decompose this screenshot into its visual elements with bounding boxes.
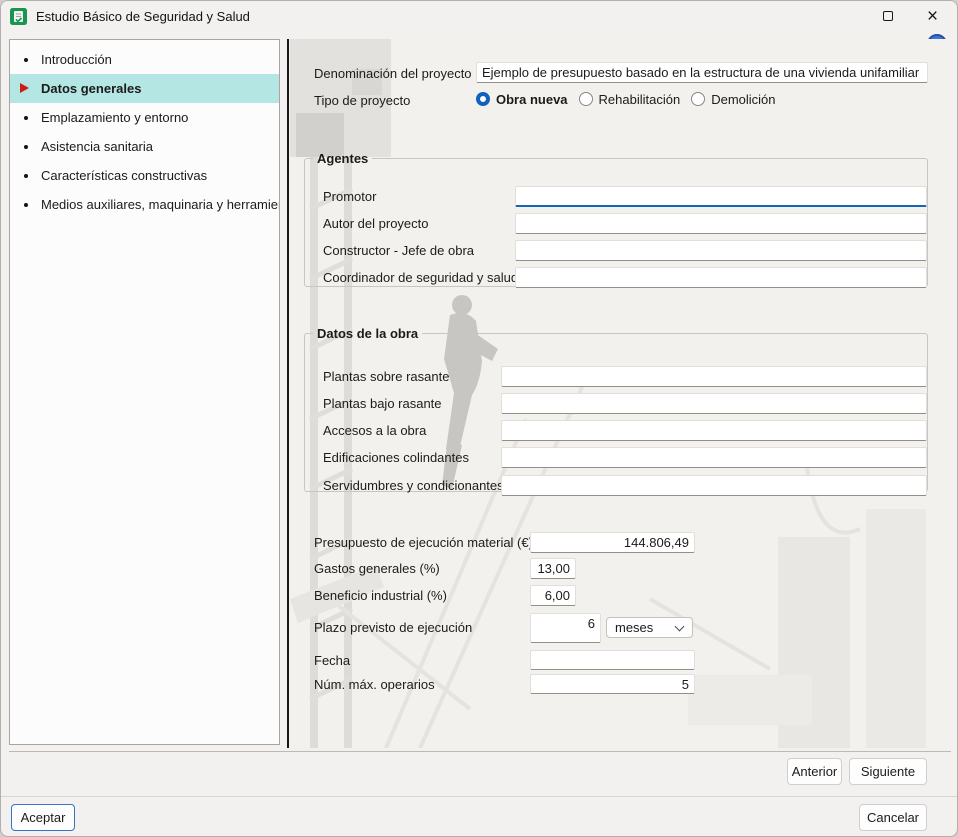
window-title: Estudio Básico de Seguridad y Salud xyxy=(36,8,250,24)
agents-group-title: Agentes xyxy=(317,151,369,166)
fecha-label: Fecha xyxy=(314,653,351,668)
site-data-groupbox: Datos de la obra Plantas sobre rasante P… xyxy=(304,326,928,496)
plazo-input[interactable] xyxy=(530,613,601,643)
radio-unchecked-icon xyxy=(578,92,593,106)
accesos-obra-input[interactable] xyxy=(501,420,927,441)
sidebar-item-asistencia-sanitaria[interactable]: Asistencia sanitaria xyxy=(10,132,279,161)
close-button[interactable]: × xyxy=(910,1,955,31)
dialog-footer-divider xyxy=(1,796,957,797)
plantas-sobre-rasante-input[interactable] xyxy=(501,366,927,387)
sidebar-item-label: Emplazamiento y entorno xyxy=(41,110,189,125)
coordinador-label: Coordinador de seguridad y salud xyxy=(323,270,519,285)
project-type-radio-group: Obra nueva Rehabilitación Demolición xyxy=(476,89,776,109)
radio-option-demolicion[interactable]: Demolición xyxy=(691,91,776,107)
sidebar-main-divider xyxy=(287,39,289,748)
cancelar-button[interactable]: Cancelar xyxy=(859,804,927,831)
project-name-input[interactable] xyxy=(476,62,928,83)
app-icon xyxy=(10,7,27,25)
close-icon: × xyxy=(926,5,939,27)
sidebar-item-label: Introducción xyxy=(41,52,112,67)
edificaciones-colindantes-input[interactable] xyxy=(501,447,927,468)
radio-unchecked-icon xyxy=(691,92,706,106)
content-footer-divider xyxy=(9,751,951,752)
edificaciones-colindantes-label: Edificaciones colindantes xyxy=(323,450,469,465)
sidebar-item-emplazamiento-y-entorno[interactable]: Emplazamiento y entorno xyxy=(10,103,279,132)
plantas-bajo-rasante-label: Plantas bajo rasante xyxy=(323,396,442,411)
radio-option-obra-nueva[interactable]: Obra nueva xyxy=(476,92,568,107)
plantas-bajo-rasante-input[interactable] xyxy=(501,393,927,414)
aceptar-button[interactable]: Aceptar xyxy=(11,804,75,831)
autor-proyecto-input[interactable] xyxy=(515,213,927,234)
radio-checked-icon xyxy=(476,92,490,106)
chevron-down-icon xyxy=(674,621,685,631)
plazo-unit-value: meses xyxy=(615,620,654,635)
plantas-sobre-rasante-label: Plantas sobre rasante xyxy=(323,369,450,384)
constructor-label: Constructor - Jefe de obra xyxy=(323,243,475,258)
site-data-group-title: Datos de la obra xyxy=(317,326,419,341)
gastos-generales-input[interactable] xyxy=(530,558,576,579)
sidebar-item-introduccion[interactable]: Introducción xyxy=(10,45,279,74)
plazo-label: Plazo previsto de ejecución xyxy=(314,620,473,635)
plazo-unit-select[interactable]: meses xyxy=(606,617,693,638)
gastos-generales-label: Gastos generales (%) xyxy=(314,561,440,576)
project-name-label: Denominación del proyecto xyxy=(314,66,472,81)
sidebar-item-medios-auxiliares[interactable]: Medios auxiliares, maquinaria y herramie… xyxy=(10,190,279,219)
sidebar-item-label: Características constructivas xyxy=(41,168,208,183)
radio-label: Rehabilitación xyxy=(598,91,681,107)
sidebar-item-datos-generales[interactable]: Datos generales xyxy=(10,74,279,103)
fecha-input[interactable] xyxy=(530,650,695,670)
sidebar: Introducción Datos generales Emplazamien… xyxy=(9,39,280,745)
radio-option-rehabilitacion[interactable]: Rehabilitación xyxy=(578,91,681,107)
sidebar-item-caracteristicas-constructivas[interactable]: Características constructivas xyxy=(10,161,279,190)
agents-groupbox: Agentes Promotor Autor del proyecto Cons… xyxy=(304,151,928,288)
project-type-label: Tipo de proyecto xyxy=(314,93,411,108)
num-operarios-label: Núm. máx. operarios xyxy=(314,677,435,692)
promotor-label: Promotor xyxy=(323,189,377,204)
sidebar-item-label: Medios auxiliares, maquinaria y herramie… xyxy=(41,197,279,212)
main-panel: Denominación del proyecto Tipo de proyec… xyxy=(290,39,948,748)
num-operarios-input[interactable] xyxy=(530,674,695,694)
titlebar: Estudio Básico de Seguridad y Salud xyxy=(1,1,957,31)
siguiente-button[interactable]: Siguiente xyxy=(849,758,927,785)
radio-label: Obra nueva xyxy=(496,91,568,107)
anterior-button[interactable]: Anterior xyxy=(787,758,842,785)
pem-label: Presupuesto de ejecución material (€) xyxy=(314,535,533,550)
accesos-obra-label: Accesos a la obra xyxy=(323,423,427,438)
servidumbres-label: Servidumbres y condicionantes xyxy=(323,478,504,493)
sidebar-item-label: Datos generales xyxy=(41,81,142,96)
constructor-input[interactable] xyxy=(515,240,927,261)
radio-label: Demolición xyxy=(711,91,776,107)
window-controls: × xyxy=(865,1,955,31)
autor-proyecto-label: Autor del proyecto xyxy=(323,216,429,231)
maximize-button[interactable] xyxy=(865,1,910,31)
pem-input[interactable] xyxy=(530,532,695,553)
sidebar-item-label: Asistencia sanitaria xyxy=(41,139,153,154)
maximize-icon xyxy=(882,11,893,21)
beneficio-industrial-input[interactable] xyxy=(530,585,576,606)
dialog-window: Estudio Básico de Seguridad y Salud × ? … xyxy=(0,0,958,837)
servidumbres-input[interactable] xyxy=(501,475,927,496)
beneficio-industrial-label: Beneficio industrial (%) xyxy=(314,588,447,603)
promotor-input[interactable] xyxy=(515,186,927,207)
coordinador-input[interactable] xyxy=(515,267,927,288)
